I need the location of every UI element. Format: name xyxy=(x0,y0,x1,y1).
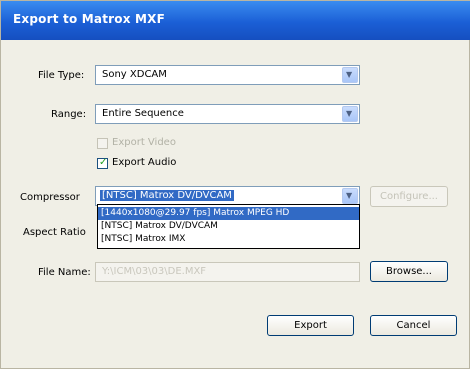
compressor-select[interactable]: [NTSC] Matrox DV/DVCAM ▼ xyxy=(95,186,360,206)
export-video-checkbox[interactable] xyxy=(97,138,108,149)
file-type-label: File Type: xyxy=(38,70,85,81)
compressor-value: [NTSC] Matrox DV/DVCAM xyxy=(100,190,234,201)
browse-button[interactable]: Browse... xyxy=(370,261,448,282)
file-name-label: File Name: xyxy=(38,267,91,278)
window-title: Export to Matrox MXF xyxy=(13,12,166,26)
aspect-ratio-label: Aspect Ratio xyxy=(23,227,86,238)
chevron-down-icon: ▼ xyxy=(346,70,353,79)
compressor-label: Compressor xyxy=(20,192,80,203)
chevron-down-icon: ▼ xyxy=(346,109,353,118)
compressor-options-list[interactable]: [1440x1080@29.97 fps] Matrox MPEG HD [NT… xyxy=(97,204,360,249)
export-audio-checkbox[interactable]: ✓ xyxy=(97,157,108,169)
checkmark-icon: ✓ xyxy=(99,157,108,168)
range-value: Entire Sequence xyxy=(102,108,184,119)
compressor-option[interactable]: [NTSC] Matrox IMX xyxy=(98,233,359,246)
file-type-select[interactable]: Sony XDCAM ▼ xyxy=(95,65,360,85)
file-type-value: Sony XDCAM xyxy=(102,69,167,80)
configure-button[interactable]: Configure... xyxy=(370,186,448,207)
range-select[interactable]: Entire Sequence ▼ xyxy=(95,104,360,124)
compressor-option[interactable]: [NTSC] Matrox DV/DVCAM xyxy=(98,220,359,233)
file-type-dropdown-button[interactable]: ▼ xyxy=(342,67,358,83)
export-video-label: Export Video xyxy=(112,137,176,148)
range-dropdown-button[interactable]: ▼ xyxy=(342,106,358,122)
file-name-field[interactable]: Y:\ICM\03\03\DE.MXF xyxy=(95,262,360,282)
compressor-option[interactable]: [1440x1080@29.97 fps] Matrox MPEG HD xyxy=(98,207,359,220)
export-audio-label: Export Audio xyxy=(112,157,177,168)
title-bar[interactable]: Export to Matrox MXF xyxy=(1,1,470,40)
export-button[interactable]: Export xyxy=(267,315,354,336)
file-name-value: Y:\ICM\03\03\DE.MXF xyxy=(102,266,207,277)
export-dialog: Export to Matrox MXF File Type: Sony XDC… xyxy=(0,0,470,369)
cancel-button[interactable]: Cancel xyxy=(370,315,457,336)
compressor-dropdown-button[interactable]: ▼ xyxy=(342,188,358,204)
chevron-down-icon: ▼ xyxy=(346,191,353,200)
range-label: Range: xyxy=(51,109,87,120)
